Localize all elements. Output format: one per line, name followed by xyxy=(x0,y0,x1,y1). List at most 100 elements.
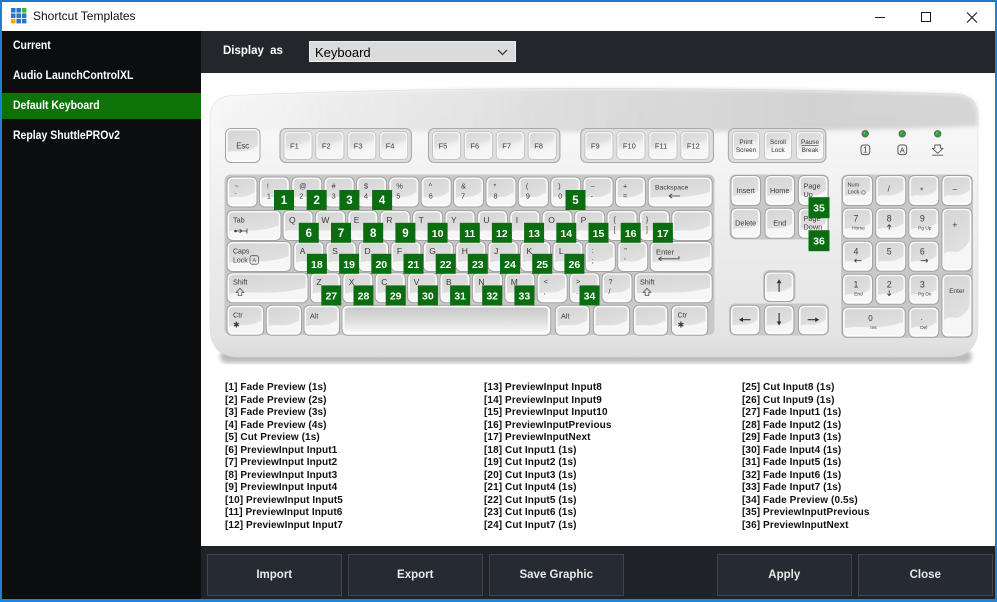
svg-text:A: A xyxy=(900,145,905,154)
svg-text:Break: Break xyxy=(802,147,819,154)
svg-text:*: * xyxy=(493,182,496,191)
svg-text:2: 2 xyxy=(313,195,319,207)
svg-text:3: 3 xyxy=(332,192,336,201)
svg-text:5: 5 xyxy=(396,192,400,201)
svg-text:–: – xyxy=(591,182,595,191)
svg-text:+: + xyxy=(623,182,627,191)
svg-text:7: 7 xyxy=(461,192,465,201)
svg-text:F2: F2 xyxy=(322,142,331,151)
svg-text:F10: F10 xyxy=(623,142,636,151)
svg-text:3: 3 xyxy=(920,280,925,290)
svg-text:#: # xyxy=(332,182,336,191)
svg-text:4: 4 xyxy=(854,247,859,257)
svg-text:5: 5 xyxy=(887,247,892,257)
svg-text:Pause: Pause xyxy=(801,139,820,146)
svg-text:I: I xyxy=(516,215,518,225)
svg-text:Tab: Tab xyxy=(233,216,245,225)
svg-text:Print: Print xyxy=(739,139,752,146)
svg-text:5: 5 xyxy=(572,195,579,207)
svg-text:✱: ✱ xyxy=(233,320,240,329)
svg-text:Num: Num xyxy=(848,183,860,189)
svg-text:–: – xyxy=(953,185,958,194)
svg-text:$: $ xyxy=(364,182,368,191)
svg-text:1: 1 xyxy=(267,192,271,201)
svg-text:Screen: Screen xyxy=(736,147,757,154)
svg-text:Caps: Caps xyxy=(233,249,250,256)
svg-text:.: . xyxy=(921,313,923,322)
svg-text:Z: Z xyxy=(316,277,321,287)
svg-text:17: 17 xyxy=(657,228,669,240)
svg-text:A: A xyxy=(252,258,256,264)
svg-text:15: 15 xyxy=(593,228,605,240)
svg-text:Shift: Shift xyxy=(640,278,654,287)
svg-text:;: ; xyxy=(592,256,594,265)
svg-text:Home: Home xyxy=(852,226,865,232)
svg-text:19: 19 xyxy=(343,259,355,271)
svg-text:Lock: Lock xyxy=(233,258,248,265)
svg-text:End: End xyxy=(773,219,786,228)
svg-text:4: 4 xyxy=(379,195,386,207)
svg-text:H: H xyxy=(462,246,468,256)
svg-text:30: 30 xyxy=(422,290,434,302)
svg-text:2: 2 xyxy=(299,192,303,201)
svg-text:O: O xyxy=(548,215,555,225)
svg-text:10: 10 xyxy=(432,228,444,240)
svg-text:6: 6 xyxy=(429,192,433,201)
svg-text:K: K xyxy=(527,246,533,256)
svg-text:Esc: Esc xyxy=(236,142,249,151)
svg-text:Ins: Ins xyxy=(870,325,877,331)
svg-text:Shift: Shift xyxy=(233,278,247,287)
svg-text:9: 9 xyxy=(526,192,530,201)
svg-text::: : xyxy=(592,246,594,255)
svg-text:26: 26 xyxy=(569,259,581,271)
svg-text:D: D xyxy=(365,246,371,256)
svg-text:F4: F4 xyxy=(386,142,395,151)
svg-text:29: 29 xyxy=(390,290,402,302)
svg-text:25: 25 xyxy=(536,259,548,271)
svg-text:Pg Dn: Pg Dn xyxy=(918,292,932,298)
svg-text:23: 23 xyxy=(472,259,484,271)
svg-text:*: * xyxy=(920,187,923,196)
svg-text:Alt: Alt xyxy=(310,311,318,320)
svg-text:G: G xyxy=(429,246,436,256)
svg-text:F5: F5 xyxy=(439,142,448,151)
svg-text:/: / xyxy=(609,287,611,296)
svg-text:F8: F8 xyxy=(534,142,543,151)
svg-text:F12: F12 xyxy=(687,142,700,151)
svg-text:?: ? xyxy=(609,277,613,286)
svg-text:31: 31 xyxy=(454,290,466,302)
svg-text:2: 2 xyxy=(887,280,892,290)
svg-text:14: 14 xyxy=(560,228,572,240)
svg-text:1: 1 xyxy=(281,195,288,207)
svg-text:0: 0 xyxy=(868,314,873,323)
svg-text:`: ` xyxy=(235,192,237,201)
svg-text:[: [ xyxy=(614,225,616,234)
svg-text:@: @ xyxy=(299,182,306,191)
svg-text:!: ! xyxy=(267,182,269,191)
svg-text:12: 12 xyxy=(496,228,508,240)
svg-text:8: 8 xyxy=(493,192,497,201)
svg-text:P: P xyxy=(581,215,587,225)
svg-text:28: 28 xyxy=(358,290,370,302)
svg-text:20: 20 xyxy=(375,259,387,271)
svg-text:1: 1 xyxy=(854,280,859,290)
svg-text:0: 0 xyxy=(558,192,562,201)
svg-text:11: 11 xyxy=(464,228,475,240)
svg-text:F11: F11 xyxy=(655,142,667,151)
svg-text:7: 7 xyxy=(854,214,859,224)
svg-text:T: T xyxy=(419,215,424,225)
svg-text:F6: F6 xyxy=(470,142,479,151)
svg-text:Lock: Lock xyxy=(771,147,785,154)
svg-text:Ctr: Ctr xyxy=(678,310,688,319)
svg-text:,: , xyxy=(544,287,546,296)
svg-text:34: 34 xyxy=(584,290,596,302)
svg-text:F9: F9 xyxy=(591,142,600,151)
svg-text:Delete: Delete xyxy=(735,219,756,228)
svg-text:A: A xyxy=(300,246,306,256)
svg-text:R: R xyxy=(386,215,392,225)
svg-text:F1: F1 xyxy=(290,142,299,151)
svg-text:J: J xyxy=(494,246,498,256)
svg-text:": " xyxy=(624,246,627,255)
svg-text:Del: Del xyxy=(920,325,927,331)
svg-text:7: 7 xyxy=(338,228,344,240)
